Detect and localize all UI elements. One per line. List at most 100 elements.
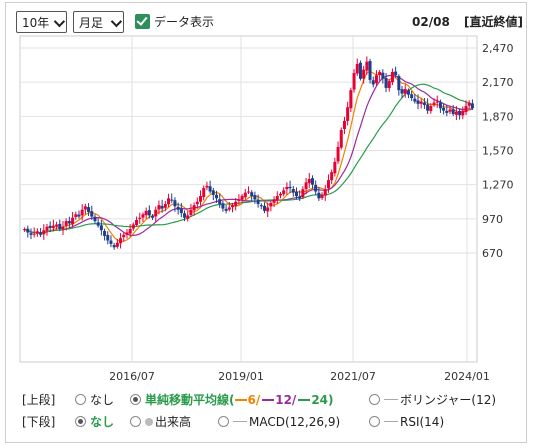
candle-body [109,240,113,244]
candle-body [352,73,356,90]
candle-body [51,225,55,228]
candle-body [186,215,190,219]
sma-label: 単純移動平均線( [145,393,235,407]
candle-body [416,100,420,104]
candle-body [259,205,263,207]
candle-body [167,198,171,205]
candle-body [368,60,372,80]
candle-body [438,102,442,109]
candle-body [211,190,215,195]
candle-body [371,80,375,85]
candle-body [237,199,241,201]
radio-icon[interactable] [369,416,380,427]
candle-body [419,101,423,104]
candle-body [221,203,225,209]
ma-12-label: 12/ [275,393,297,407]
candle-body [278,193,282,196]
candle-body [96,222,100,226]
candle-body [195,201,199,205]
radio-icon[interactable] [75,394,86,405]
candle-body [90,211,94,217]
candle-body [35,231,39,234]
candle-body [202,188,206,198]
candle-body [285,186,289,190]
candle-body [163,204,167,208]
y-tick-label: 1,570 [482,145,514,158]
candle-body [467,102,471,106]
candle-body [179,208,183,214]
candle-body [141,214,145,218]
candle-body [55,224,59,227]
candle-body [387,81,391,89]
candle-body [326,180,330,189]
x-tick-label: 2019/01 [218,370,264,383]
candle-body [365,61,369,71]
upper-panel-label: [上段] [22,393,56,407]
candle-body [87,207,91,212]
candle-body [390,71,394,83]
candle-body [269,202,273,207]
candle-body [99,225,103,231]
candle-body [429,106,433,112]
candle-body [330,172,334,181]
candle-body [307,178,311,184]
candle-body [394,71,398,76]
x-tick-label: 2024/01 [444,370,490,383]
candle-body [58,223,62,230]
candle-body [342,120,346,129]
candle-body [48,225,52,228]
candle-body [301,189,305,198]
ma-24-label: 24) [311,393,334,407]
candle-body [119,238,123,244]
candle-body [445,110,449,113]
candle-body [381,72,385,79]
candle-body [122,234,126,238]
candle-body [77,214,81,217]
candle-body [333,161,337,174]
candle-body [147,210,151,216]
candle-body [442,107,446,111]
candle-body [138,217,142,219]
candle-body [256,199,260,205]
candle-body [131,224,135,229]
candle-body [218,199,222,205]
radio-icon[interactable] [369,394,380,405]
radio-icon[interactable] [130,416,141,427]
candle-body [346,107,350,121]
candle-body [275,196,279,201]
candle-body [160,205,164,209]
candle-body [234,201,238,206]
candle-body [291,188,295,193]
candle-body [128,229,132,234]
x-tick-label: 2016/07 [109,370,155,383]
candle-body [314,184,318,192]
candle-body [45,226,49,231]
candle-body [426,104,430,111]
candle-body [144,210,148,216]
candle-body [464,106,468,112]
candle-body [262,205,266,211]
candle-body [183,213,187,218]
candle-body [208,186,212,192]
y-tick-label: 970 [482,213,503,226]
candle-body [115,242,119,247]
candle-body [461,110,465,116]
candle-body [266,207,270,212]
candle-body [83,206,87,210]
radio-icon[interactable] [218,416,229,427]
candle-body [288,186,292,189]
candle-body [227,207,231,210]
candle-body [215,194,219,199]
radio-selected-icon[interactable] [130,394,141,405]
y-tick-label: 670 [482,247,503,260]
radio-selected-icon[interactable] [75,416,86,427]
plot-area-border [19,35,478,363]
candle-body [157,205,161,210]
candle-body [304,182,308,189]
candle-body [125,232,129,235]
candle-body [339,130,343,148]
candle-body [176,206,180,210]
candle-body [362,69,366,79]
candle-body [26,228,30,233]
candle-body [103,230,107,236]
